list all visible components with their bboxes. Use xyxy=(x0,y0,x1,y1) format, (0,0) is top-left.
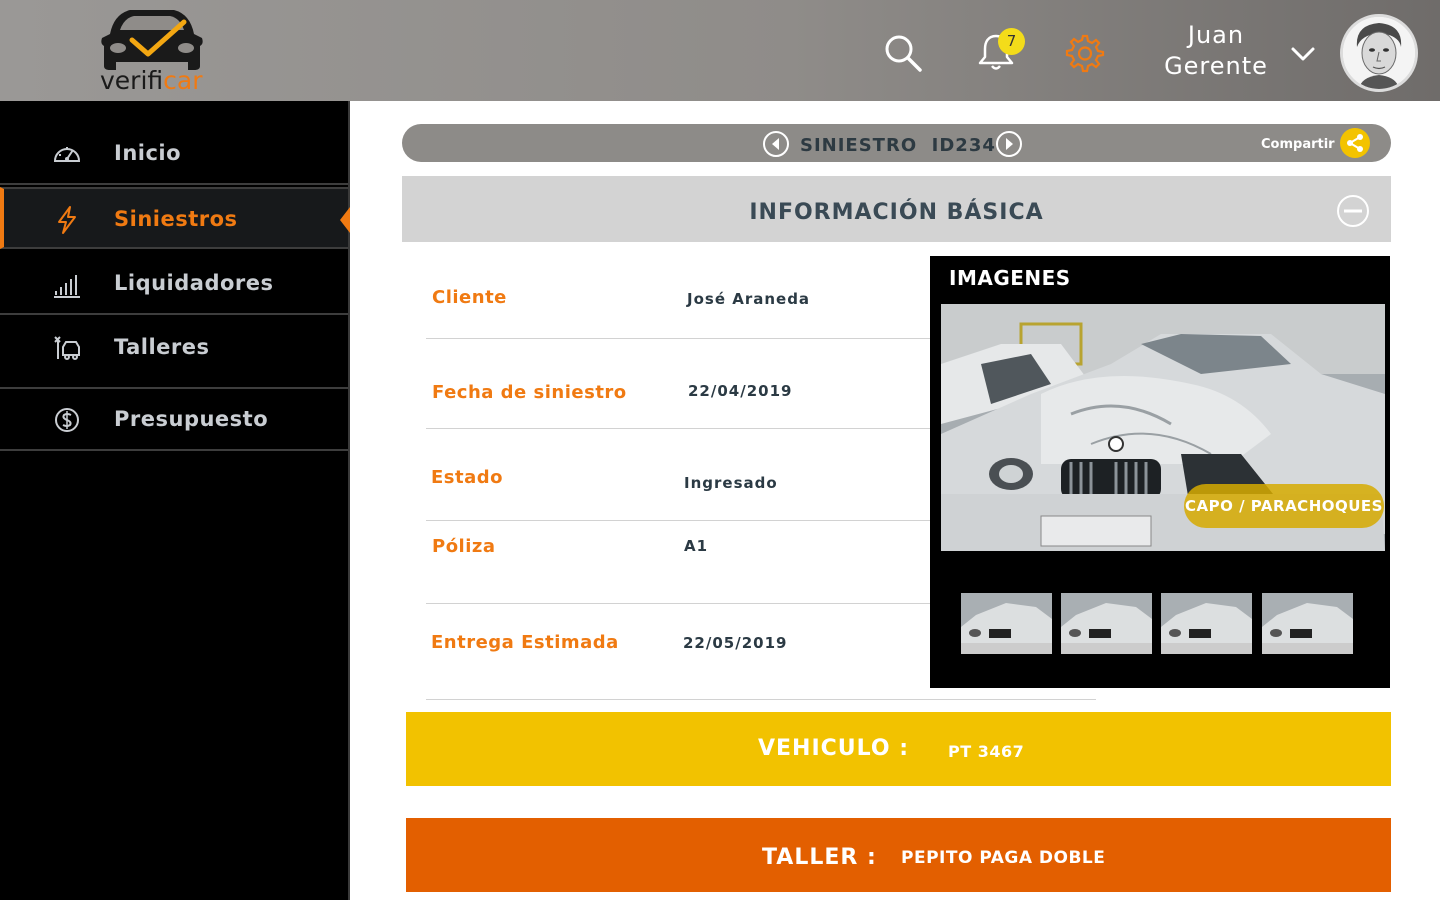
user-role: Gerente xyxy=(1164,52,1268,80)
notification-count-badge: 7 xyxy=(998,28,1025,55)
share-icon xyxy=(1347,134,1363,152)
taller-band: TALLER : PEPITO PAGA DOBLE xyxy=(406,818,1391,892)
taller-label: TALLER : xyxy=(762,845,877,870)
dashboard-gauge-icon xyxy=(53,147,81,162)
sidebar-item-label: Presupuesto xyxy=(114,407,269,431)
photo-thumbnail[interactable] xyxy=(1161,593,1252,654)
images-title: IMAGENES xyxy=(949,266,1071,290)
bar-chart-icon xyxy=(54,275,80,298)
dollar-coin-icon xyxy=(55,408,79,432)
thumbnail-image xyxy=(1061,593,1152,654)
logo-wordmark: verificar xyxy=(100,66,203,95)
field-value-fecha: 22/04/2019 xyxy=(688,382,793,400)
field-value-cliente: José Araneda xyxy=(687,290,811,308)
field-value-entrega: 22/05/2019 xyxy=(683,634,788,652)
field-label-cliente: Cliente xyxy=(432,287,507,308)
minus-circle-icon[interactable] xyxy=(1336,194,1370,228)
sidebar: Inicio Siniestros Liquidadores Talleres … xyxy=(0,101,350,900)
sidebar-item-inicio[interactable]: Inicio xyxy=(0,123,348,185)
thumbnail-image xyxy=(961,593,1052,654)
field-label-fecha: Fecha de siniestro xyxy=(432,382,627,403)
sidebar-item-liquidadores[interactable]: Liquidadores xyxy=(0,253,348,315)
field-label-poliza: Póliza xyxy=(432,536,496,557)
share-button[interactable] xyxy=(1340,128,1370,158)
top-header: verificar 7 Juan Gerente xyxy=(0,0,1440,101)
taller-value: PEPITO PAGA DOBLE xyxy=(901,848,1106,868)
vehiculo-label: VEHICULO : xyxy=(758,736,910,761)
active-indicator-icon xyxy=(340,207,350,233)
photo-thumbnail[interactable] xyxy=(1262,593,1353,654)
thumbnail-image xyxy=(1161,593,1252,654)
sidebar-item-label: Liquidadores xyxy=(114,271,274,295)
field-label-estado: Estado xyxy=(431,467,504,488)
sidebar-item-presupuesto[interactable]: Presupuesto xyxy=(0,389,348,451)
workshop-icon xyxy=(54,336,80,360)
field-divider xyxy=(426,699,1096,700)
chevron-down-icon[interactable] xyxy=(1288,40,1318,70)
field-divider xyxy=(426,428,930,429)
photo-damage-tag: CAPO / PARACHOQUES xyxy=(1184,484,1384,528)
photo-thumbnail[interactable] xyxy=(1061,593,1152,654)
thumbnail-image xyxy=(1262,593,1353,654)
claim-id-title: SINIESTRO ID234 xyxy=(800,135,996,156)
sidebar-item-label: Inicio xyxy=(114,141,182,165)
vehiculo-value: PT 3467 xyxy=(948,742,1025,761)
avatar[interactable] xyxy=(1340,14,1418,92)
sidebar-item-label: Siniestros xyxy=(114,207,238,231)
sidebar-item-talleres[interactable]: Talleres xyxy=(0,317,348,389)
vehiculo-band: VEHICULO : PT 3467 xyxy=(406,712,1391,786)
basic-info-section-header: INFORMACIÓN BÁSICA xyxy=(402,176,1391,242)
field-divider xyxy=(426,520,930,521)
arrow-right-icon[interactable] xyxy=(995,130,1023,158)
arrow-left-icon[interactable] xyxy=(762,130,790,158)
gear-icon[interactable] xyxy=(1062,30,1106,74)
field-divider xyxy=(426,603,930,604)
search-icon[interactable] xyxy=(880,30,924,74)
field-value-estado: Ingresado xyxy=(684,474,778,492)
field-divider xyxy=(426,338,930,339)
field-label-entrega: Entrega Estimada xyxy=(431,632,619,653)
images-panel: IMAGENES CAPO / PARACHOQUES xyxy=(930,256,1390,688)
share-label[interactable]: Compartir xyxy=(1261,137,1335,152)
user-name-role[interactable]: Juan Gerente xyxy=(1160,20,1272,82)
sidebar-item-label: Talleres xyxy=(114,335,210,359)
section-title: INFORMACIÓN BÁSICA xyxy=(749,200,1044,225)
photo-thumbnail[interactable] xyxy=(961,593,1052,654)
field-value-poliza: A1 xyxy=(684,537,709,555)
sidebar-item-siniestros[interactable]: Siniestros xyxy=(0,187,350,249)
user-portrait-icon xyxy=(1343,17,1415,89)
lightning-icon xyxy=(58,206,76,234)
user-first-name: Juan xyxy=(1187,21,1245,49)
